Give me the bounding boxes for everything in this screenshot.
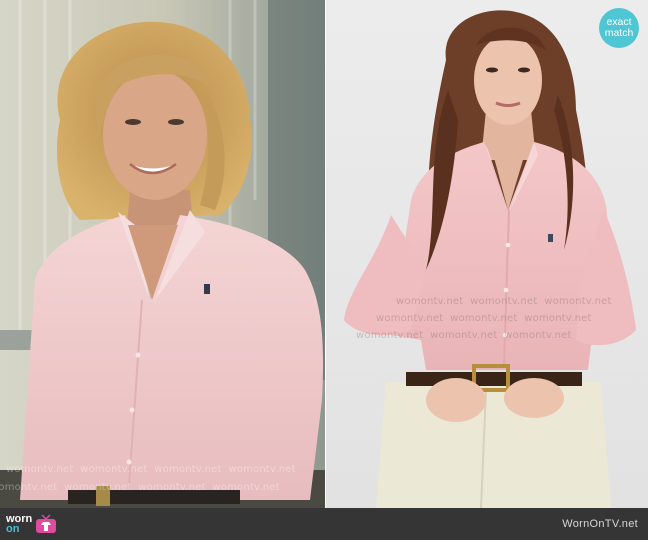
product-model-illustration [326, 0, 648, 508]
exact-match-badge: exact match [599, 8, 639, 48]
badge-line-2: match [604, 27, 634, 39]
tv-scene-illustration [0, 0, 325, 508]
logo-word-bottom: on [6, 523, 20, 535]
watermark-row: womontv.net womontv.net womontv.net [396, 296, 612, 307]
tv-icon [36, 514, 57, 533]
tv-scene-photo: womontv.net womontv.net womontv.net womo… [0, 0, 325, 508]
watermark-row: womontv.net womontv.net womontv.net [356, 330, 572, 341]
logo-wordmark: worn on [6, 514, 32, 535]
product-photo: womontv.net womontv.net womontv.net womo… [326, 0, 648, 508]
footer-bar: worn on WornOnTV.net [0, 508, 648, 540]
watermark-row: womontv.net womontv.net womontv.net womo… [6, 464, 296, 475]
site-name: WornOnTV.net [562, 518, 638, 530]
wornontv-logo[interactable]: worn on [6, 510, 57, 538]
watermark-row: womontv.net womontv.net womontv.net womo… [0, 482, 280, 493]
watermark-row: womontv.net womontv.net womontv.net [376, 313, 592, 324]
